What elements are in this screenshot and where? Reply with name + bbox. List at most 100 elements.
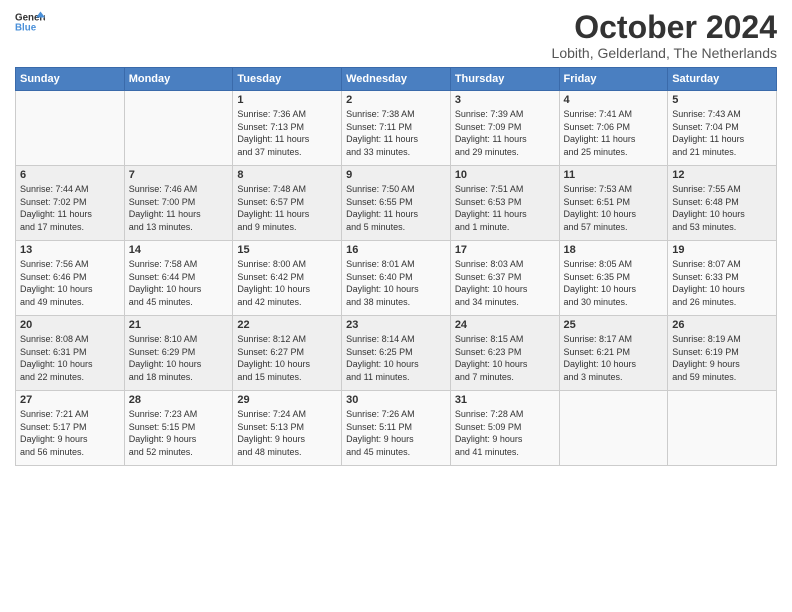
calendar-cell: 15 Sunrise: 8:00 AM Sunset: 6:42 PM Dayli… — [233, 241, 342, 316]
day-number: 30 — [346, 394, 446, 406]
day-number: 18 — [564, 244, 664, 256]
day-number: 26 — [672, 319, 772, 331]
day-info: Sunrise: 7:55 AM Sunset: 6:48 PM Dayligh… — [672, 183, 772, 233]
day-number: 25 — [564, 319, 664, 331]
logo-icon: General Blue — [15, 10, 45, 34]
day-info: Sunrise: 7:58 AM Sunset: 6:44 PM Dayligh… — [129, 258, 229, 308]
calendar-cell: 16 Sunrise: 8:01 AM Sunset: 6:40 PM Dayli… — [342, 241, 451, 316]
day-info: Sunrise: 7:36 AM Sunset: 7:13 PM Dayligh… — [237, 108, 337, 158]
day-info: Sunrise: 7:53 AM Sunset: 6:51 PM Dayligh… — [564, 183, 664, 233]
day-info: Sunrise: 7:24 AM Sunset: 5:13 PM Dayligh… — [237, 408, 337, 458]
day-info: Sunrise: 7:56 AM Sunset: 6:46 PM Dayligh… — [20, 258, 120, 308]
day-number: 17 — [455, 244, 555, 256]
month-title: October 2024 — [552, 10, 777, 45]
day-number: 11 — [564, 169, 664, 181]
calendar-cell — [668, 391, 777, 466]
calendar-cell: 20Sunrise: 8:08 AM Sunset: 6:31 PM Dayli… — [16, 316, 125, 391]
day-info: Sunrise: 7:38 AM Sunset: 7:11 PM Dayligh… — [346, 108, 446, 158]
day-number: 24 — [455, 319, 555, 331]
header-row: SundayMondayTuesdayWednesdayThursdayFrid… — [16, 68, 777, 91]
day-info: Sunrise: 8:05 AM Sunset: 6:35 PM Dayligh… — [564, 258, 664, 308]
calendar-week-row: 6 Sunrise: 7:44 AM Sunset: 7:02 PM Daylig… — [16, 166, 777, 241]
day-info: Sunrise: 8:01 AM Sunset: 6:40 PM Dayligh… — [346, 258, 446, 308]
day-info: Sunrise: 7:51 AM Sunset: 6:53 PM Dayligh… — [455, 183, 555, 233]
calendar-cell: 6 Sunrise: 7:44 AM Sunset: 7:02 PM Daylig… — [16, 166, 125, 241]
day-number: 9 — [346, 169, 446, 181]
day-number: 8 — [237, 169, 337, 181]
day-number: 12 — [672, 169, 772, 181]
day-number: 16 — [346, 244, 446, 256]
calendar-cell: 31Sunrise: 7:28 AM Sunset: 5:09 PM Dayli… — [450, 391, 559, 466]
calendar-cell: 28 Sunrise: 7:23 AM Sunset: 5:15 PM Dayli… — [124, 391, 233, 466]
day-info: Sunrise: 8:15 AM Sunset: 6:23 PM Dayligh… — [455, 333, 555, 383]
calendar-cell: 21Sunrise: 8:10 AM Sunset: 6:29 PM Dayli… — [124, 316, 233, 391]
day-number: 2 — [346, 94, 446, 106]
weekday-header: Sunday — [16, 68, 125, 91]
calendar-cell: 4Sunrise: 7:41 AM Sunset: 7:06 PM Daylig… — [559, 91, 668, 166]
day-number: 15 — [237, 244, 337, 256]
day-number: 22 — [237, 319, 337, 331]
day-number: 13 — [20, 244, 120, 256]
day-info: Sunrise: 8:10 AM Sunset: 6:29 PM Dayligh… — [129, 333, 229, 383]
day-info: Sunrise: 7:28 AM Sunset: 5:09 PM Dayligh… — [455, 408, 555, 458]
day-number: 28 — [129, 394, 229, 406]
day-number: 19 — [672, 244, 772, 256]
day-number: 27 — [20, 394, 120, 406]
logo: General Blue — [15, 10, 45, 34]
calendar-cell: 25 Sunrise: 8:17 AM Sunset: 6:21 PM Dayli… — [559, 316, 668, 391]
day-number: 1 — [237, 94, 337, 106]
day-info: Sunrise: 8:12 AM Sunset: 6:27 PM Dayligh… — [237, 333, 337, 383]
calendar-cell: 12 Sunrise: 7:55 AM Sunset: 6:48 PM Dayli… — [668, 166, 777, 241]
calendar-cell: 1 Sunrise: 7:36 AM Sunset: 7:13 PM Daylig… — [233, 91, 342, 166]
calendar-cell — [559, 391, 668, 466]
day-info: Sunrise: 8:14 AM Sunset: 6:25 PM Dayligh… — [346, 333, 446, 383]
calendar-cell: 5Sunrise: 7:43 AM Sunset: 7:04 PM Daylig… — [668, 91, 777, 166]
day-number: 10 — [455, 169, 555, 181]
calendar-cell: 18 Sunrise: 8:05 AM Sunset: 6:35 PM Dayli… — [559, 241, 668, 316]
title-block: October 2024 Lobith, Gelderland, The Net… — [552, 10, 777, 61]
calendar-cell: 23 Sunrise: 8:14 AM Sunset: 6:25 PM Dayli… — [342, 316, 451, 391]
day-info: Sunrise: 7:44 AM Sunset: 7:02 PM Dayligh… — [20, 183, 120, 233]
weekday-header: Thursday — [450, 68, 559, 91]
calendar-cell: 30 Sunrise: 7:26 AM Sunset: 5:11 PM Dayli… — [342, 391, 451, 466]
calendar-cell: 10 Sunrise: 7:51 AM Sunset: 6:53 PM Dayli… — [450, 166, 559, 241]
day-info: Sunrise: 8:07 AM Sunset: 6:33 PM Dayligh… — [672, 258, 772, 308]
calendar-cell: 8 Sunrise: 7:48 AM Sunset: 6:57 PM Daylig… — [233, 166, 342, 241]
day-number: 29 — [237, 394, 337, 406]
calendar-cell: 14 Sunrise: 7:58 AM Sunset: 6:44 PM Dayli… — [124, 241, 233, 316]
day-info: Sunrise: 7:23 AM Sunset: 5:15 PM Dayligh… — [129, 408, 229, 458]
day-info: Sunrise: 7:50 AM Sunset: 6:55 PM Dayligh… — [346, 183, 446, 233]
weekday-header: Monday — [124, 68, 233, 91]
location-subtitle: Lobith, Gelderland, The Netherlands — [552, 45, 777, 61]
weekday-header: Saturday — [668, 68, 777, 91]
calendar-cell: 22 Sunrise: 8:12 AM Sunset: 6:27 PM Dayli… — [233, 316, 342, 391]
day-info: Sunrise: 8:19 AM Sunset: 6:19 PM Dayligh… — [672, 333, 772, 383]
calendar-week-row: 27 Sunrise: 7:21 AM Sunset: 5:17 PM Dayli… — [16, 391, 777, 466]
weekday-header: Wednesday — [342, 68, 451, 91]
calendar-cell: 17 Sunrise: 8:03 AM Sunset: 6:37 PM Dayli… — [450, 241, 559, 316]
calendar-week-row: 20Sunrise: 8:08 AM Sunset: 6:31 PM Dayli… — [16, 316, 777, 391]
day-info: Sunrise: 7:21 AM Sunset: 5:17 PM Dayligh… — [20, 408, 120, 458]
header: General Blue October 2024 Lobith, Gelder… — [15, 10, 777, 61]
calendar-cell: 26 Sunrise: 8:19 AM Sunset: 6:19 PM Dayli… — [668, 316, 777, 391]
calendar-cell: 13 Sunrise: 7:56 AM Sunset: 6:46 PM Dayli… — [16, 241, 125, 316]
calendar-cell: 19 Sunrise: 8:07 AM Sunset: 6:33 PM Dayli… — [668, 241, 777, 316]
day-info: Sunrise: 7:26 AM Sunset: 5:11 PM Dayligh… — [346, 408, 446, 458]
calendar-cell: 3Sunrise: 7:39 AM Sunset: 7:09 PM Daylig… — [450, 91, 559, 166]
day-info: Sunrise: 8:00 AM Sunset: 6:42 PM Dayligh… — [237, 258, 337, 308]
calendar-cell: 7Sunrise: 7:46 AM Sunset: 7:00 PM Daylig… — [124, 166, 233, 241]
day-number: 6 — [20, 169, 120, 181]
day-number: 23 — [346, 319, 446, 331]
day-info: Sunrise: 8:03 AM Sunset: 6:37 PM Dayligh… — [455, 258, 555, 308]
day-info: Sunrise: 7:46 AM Sunset: 7:00 PM Dayligh… — [129, 183, 229, 233]
weekday-header: Friday — [559, 68, 668, 91]
weekday-header: Tuesday — [233, 68, 342, 91]
calendar-cell: 9 Sunrise: 7:50 AM Sunset: 6:55 PM Daylig… — [342, 166, 451, 241]
calendar-table: SundayMondayTuesdayWednesdayThursdayFrid… — [15, 67, 777, 466]
calendar-cell: 27 Sunrise: 7:21 AM Sunset: 5:17 PM Dayli… — [16, 391, 125, 466]
calendar-cell: 24 Sunrise: 8:15 AM Sunset: 6:23 PM Dayli… — [450, 316, 559, 391]
day-info: Sunrise: 7:48 AM Sunset: 6:57 PM Dayligh… — [237, 183, 337, 233]
day-number: 14 — [129, 244, 229, 256]
day-info: Sunrise: 8:17 AM Sunset: 6:21 PM Dayligh… — [564, 333, 664, 383]
day-number: 4 — [564, 94, 664, 106]
